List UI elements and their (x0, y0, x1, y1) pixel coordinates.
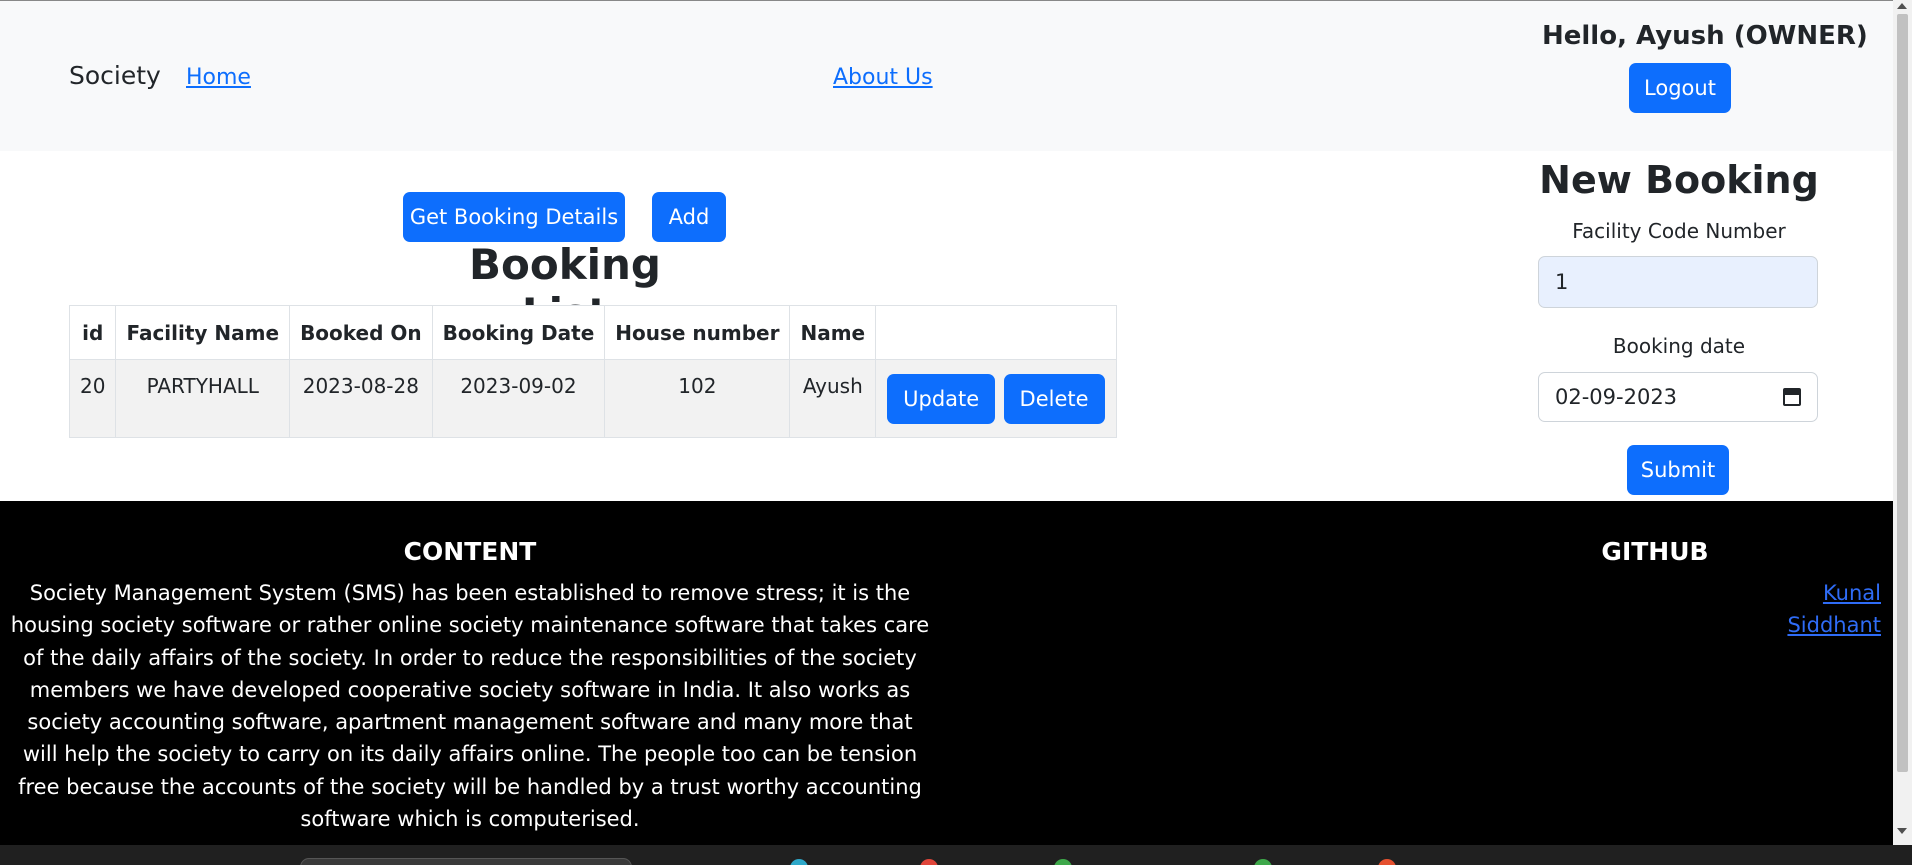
github-link-siddhant[interactable]: Siddhant (1787, 609, 1881, 641)
footer-content-text: Society Management System (SMS) has been… (10, 581, 930, 832)
nav-home-link[interactable]: Home (186, 65, 251, 90)
taskbar-app-icon[interactable] (790, 859, 808, 865)
taskbar-app-icon[interactable] (1378, 859, 1396, 865)
calendar-icon[interactable] (1783, 388, 1801, 406)
github-link-kunal[interactable]: Kunal (1787, 577, 1881, 609)
col-booking-date-header: Booking Date (431, 305, 606, 360)
cell-facility-name: PARTYHALL (115, 359, 291, 438)
booking-table: id Facility Name Booked On Booking Date … (68, 305, 1117, 438)
navbar: Society Home About Us Hello, Ayush (OWNE… (0, 1, 1893, 151)
github-links: Kunal Siddhant (1787, 577, 1881, 641)
col-name-header: Name (789, 305, 877, 360)
os-taskbar (0, 845, 1912, 865)
submit-button[interactable]: Submit (1627, 445, 1729, 495)
table-row: 20 PARTYHALL 2023-08-28 2023-09-02 102 A… (68, 359, 1117, 438)
taskbar-search-box[interactable] (300, 858, 632, 865)
facility-code-input[interactable]: 1 (1538, 256, 1818, 308)
cell-actions: Update Delete (875, 359, 1117, 438)
col-id-header: id (68, 305, 117, 360)
footer-content-title: CONTENT (403, 537, 537, 566)
update-button[interactable]: Update (887, 374, 996, 424)
table-header-row: id Facility Name Booked On Booking Date … (68, 305, 1117, 360)
new-booking-title: New Booking (1539, 158, 1819, 202)
taskbar-app-icon[interactable] (1054, 859, 1072, 865)
scroll-thumb[interactable] (1897, 14, 1908, 772)
cell-booked-on: 2023-08-28 (289, 359, 433, 438)
add-button[interactable]: Add (652, 192, 726, 242)
facility-code-value: 1 (1555, 270, 1569, 294)
nav-about-link[interactable]: About Us (833, 65, 933, 90)
col-facility-name-header: Facility Name (115, 305, 291, 360)
page-scrollbar[interactable] (1893, 0, 1912, 845)
footer: CONTENT Society Management System (SMS) … (0, 501, 1893, 845)
get-booking-details-button[interactable]: Get Booking Details (403, 192, 625, 242)
booking-date-label: Booking date (1612, 334, 1746, 358)
cell-house-number: 102 (604, 359, 791, 438)
logout-button[interactable]: Logout (1629, 63, 1731, 113)
col-booked-on-header: Booked On (289, 305, 433, 360)
scroll-down-arrow-icon[interactable] (1897, 828, 1907, 834)
facility-code-label: Facility Code Number (1572, 219, 1786, 243)
taskbar-app-icon[interactable] (920, 859, 938, 865)
delete-button[interactable]: Delete (1003, 374, 1105, 424)
booking-date-input[interactable]: 02-09-2023 (1538, 372, 1818, 422)
footer-github-title: GITHUB (1601, 537, 1709, 566)
user-greeting: Hello, Ayush (OWNER) (1542, 21, 1868, 51)
cell-id: 20 (68, 359, 117, 438)
cell-name: Ayush (789, 359, 877, 438)
scroll-up-arrow-icon[interactable] (1897, 3, 1907, 9)
cell-booking-date: 2023-09-02 (431, 359, 606, 438)
brand[interactable]: Society (69, 61, 161, 90)
taskbar-app-icon[interactable] (1254, 859, 1272, 865)
booking-date-value: 02-09-2023 (1555, 385, 1678, 409)
col-house-number-header: House number (604, 305, 791, 360)
col-actions-header (875, 305, 1117, 360)
